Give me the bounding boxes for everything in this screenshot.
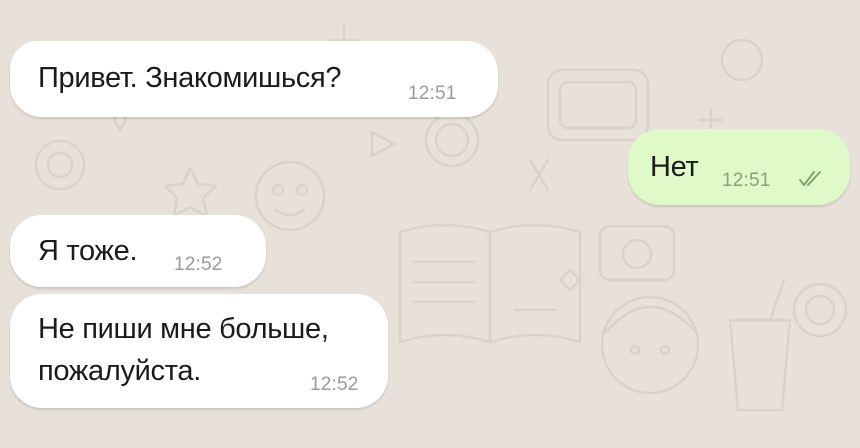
message-time: 12:52 bbox=[310, 374, 359, 395]
message-bubble-incoming[interactable]: Не пиши мне больше, пожалуйста. 12:52 bbox=[10, 294, 388, 408]
message-time: 12:51 bbox=[408, 83, 457, 104]
message-time: 12:52 bbox=[174, 254, 223, 275]
message-bubble-incoming[interactable]: Привет. Знакомишься? 12:51 bbox=[10, 41, 498, 117]
message-bubble-outgoing[interactable]: Нет 12:51 bbox=[628, 129, 850, 205]
chat-area: Привет. Знакомишься? 12:51 Нет 12:51 Я т… bbox=[0, 0, 860, 448]
double-check-icon bbox=[799, 171, 821, 186]
message-time: 12:51 bbox=[722, 170, 771, 191]
message-text: Не пиши мне больше, пожалуйста. bbox=[38, 313, 329, 387]
message-text: Привет. Знакомишься? bbox=[38, 62, 342, 94]
message-text: Я тоже. bbox=[38, 235, 138, 267]
message-text: Нет bbox=[650, 151, 699, 183]
message-bubble-incoming[interactable]: Я тоже. 12:52 bbox=[10, 215, 266, 287]
